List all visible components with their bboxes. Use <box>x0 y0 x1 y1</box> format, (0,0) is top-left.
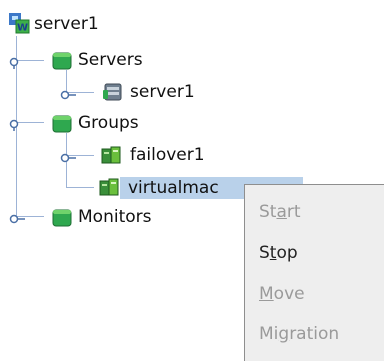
tree-servers-label[interactable]: Servers <box>78 50 143 70</box>
menu-item-stop-pre: S <box>259 243 270 263</box>
menu-item-start[interactable]: Start <box>259 201 301 223</box>
menu-item-stop-post: op <box>276 243 298 263</box>
expand-handle-icon[interactable] <box>60 149 78 163</box>
expand-handle-icon[interactable] <box>60 86 78 100</box>
tree-root-label[interactable]: server1 <box>34 14 99 34</box>
expand-handle-icon[interactable] <box>9 210 27 224</box>
tree-monitors-label[interactable]: Monitors <box>78 207 151 227</box>
menu-item-migration-mnemonic: g <box>278 324 290 344</box>
menu-item-migration-pre: Mi <box>259 324 279 344</box>
menu-item-start-post: rt <box>286 202 301 222</box>
menu-item-start-mnemonic: a <box>276 202 287 222</box>
menu-item-move-post: ove <box>273 284 305 304</box>
green-folder-icon <box>52 113 72 133</box>
menu-item-move-mnemonic: M <box>259 284 274 304</box>
green-folder-icon <box>52 207 72 227</box>
virtual-machine-group-icon <box>98 177 122 197</box>
server-icon <box>102 82 124 102</box>
tree-failover1-label[interactable]: failover1 <box>130 145 205 165</box>
menu-item-migration[interactable]: Migration <box>259 323 339 345</box>
context-menu: Start Stop Move Migration <box>244 184 384 361</box>
cluster-webmanager-icon: W <box>8 12 30 34</box>
tree-groups-label[interactable]: Groups <box>78 113 139 133</box>
menu-item-move[interactable]: Move <box>259 283 305 305</box>
menu-item-migration-post: ration <box>289 324 340 344</box>
collapse-handle-icon[interactable] <box>9 116 27 131</box>
menu-item-stop[interactable]: Stop <box>259 242 298 264</box>
menu-item-start-pre: St <box>259 202 277 222</box>
green-folder-icon <box>52 50 72 70</box>
tree-virtualmac-label[interactable]: virtualmac <box>128 178 219 198</box>
svg-text:W: W <box>17 23 28 34</box>
failover-group-icon <box>100 145 124 165</box>
collapse-handle-icon[interactable] <box>9 54 27 69</box>
tree-server1-label[interactable]: server1 <box>130 82 195 102</box>
tree-connector <box>66 187 94 188</box>
